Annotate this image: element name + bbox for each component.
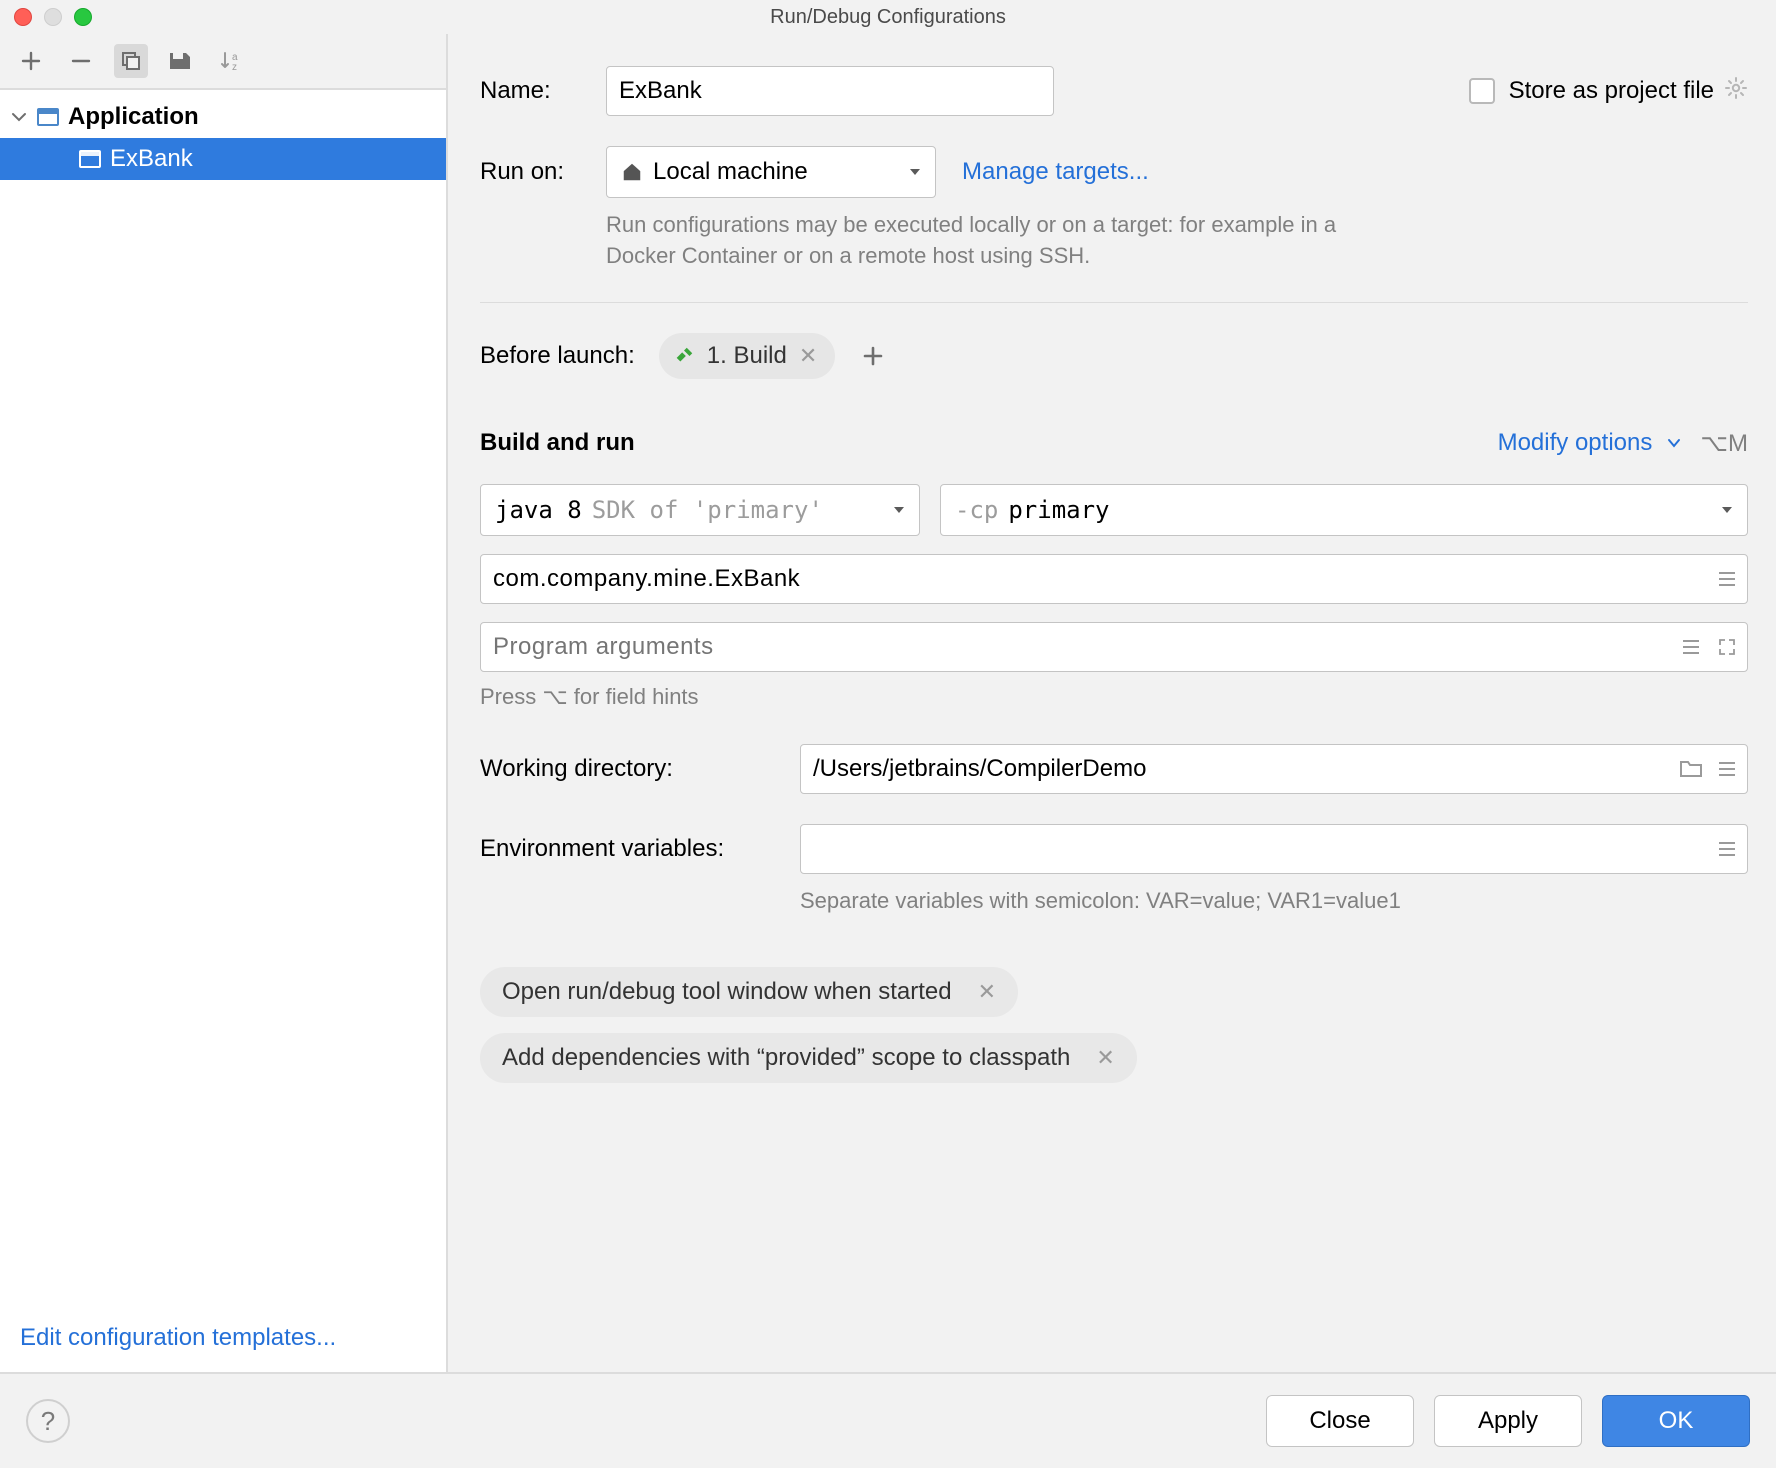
- caret-down-icon: [1719, 502, 1735, 518]
- option-chip-label: Open run/debug tool window when started: [502, 978, 952, 1006]
- copy-config-button[interactable]: [114, 44, 148, 78]
- env-hint: Separate variables with semicolon: VAR=v…: [800, 886, 1401, 917]
- working-dir-input[interactable]: [800, 744, 1748, 794]
- edit-templates-link[interactable]: Edit configuration templates...: [20, 1324, 336, 1351]
- close-icon[interactable]: ✕: [1096, 1045, 1114, 1071]
- sidebar: az Application ExBank Edit configuration…: [0, 34, 448, 1372]
- window-close-icon[interactable]: [14, 8, 32, 26]
- classpath-dropdown[interactable]: -cp primary: [940, 484, 1748, 536]
- chevron-down-icon: [10, 108, 28, 126]
- close-button-label: Close: [1309, 1407, 1370, 1435]
- before-launch-chip-label: 1. Build: [707, 342, 787, 370]
- close-icon[interactable]: ✕: [978, 979, 996, 1005]
- jdk-dropdown[interactable]: java 8 SDK of 'primary': [480, 484, 920, 536]
- window-controls: [0, 8, 92, 26]
- apply-button[interactable]: Apply: [1434, 1395, 1582, 1447]
- working-dir-label: Working directory:: [480, 755, 800, 783]
- env-input[interactable]: [800, 824, 1748, 874]
- jdk-value: java 8: [495, 496, 582, 524]
- classpath-value: primary: [1008, 496, 1109, 524]
- add-config-button[interactable]: [14, 44, 48, 78]
- caret-down-icon: [891, 502, 907, 518]
- expand-icon[interactable]: [1714, 634, 1740, 660]
- run-on-dropdown[interactable]: Local machine: [606, 146, 936, 198]
- program-args-input[interactable]: [480, 622, 1748, 672]
- application-icon: [36, 105, 60, 129]
- section-title: Build and run: [480, 429, 635, 457]
- name-input[interactable]: [606, 66, 1054, 116]
- ok-button-label: OK: [1659, 1407, 1694, 1435]
- sort-config-button[interactable]: az: [214, 44, 248, 78]
- caret-down-icon: [907, 164, 923, 180]
- modify-options-label: Modify options: [1498, 429, 1653, 457]
- tree-node-application[interactable]: Application: [0, 96, 446, 138]
- titlebar: Run/Debug Configurations: [0, 0, 1776, 34]
- svg-text:z: z: [232, 62, 237, 72]
- divider: [480, 302, 1748, 303]
- chevron-down-icon: [1666, 435, 1682, 451]
- run-on-label: Run on:: [480, 158, 606, 186]
- field-hint: Press ⌥ for field hints: [480, 682, 1748, 713]
- option-chip-label: Add dependencies with “provided” scope t…: [502, 1044, 1070, 1072]
- content: Name: Store as project file Run on: Loca…: [448, 34, 1776, 1372]
- name-label: Name:: [480, 77, 606, 105]
- jdk-ghost: SDK of 'primary': [592, 496, 823, 524]
- list-icon[interactable]: [1678, 634, 1704, 660]
- run-on-hint: Run configurations may be executed local…: [606, 210, 1410, 272]
- hammer-icon: [673, 345, 695, 367]
- save-config-button[interactable]: [164, 44, 198, 78]
- window-title: Run/Debug Configurations: [0, 6, 1776, 29]
- list-icon[interactable]: [1714, 756, 1740, 782]
- store-project-label: Store as project file: [1509, 77, 1714, 105]
- application-icon: [78, 147, 102, 171]
- option-chip-provided-scope[interactable]: Add dependencies with “provided” scope t…: [480, 1033, 1137, 1083]
- folder-icon[interactable]: [1678, 756, 1704, 782]
- gear-icon[interactable]: [1724, 76, 1748, 106]
- env-label: Environment variables:: [480, 835, 800, 863]
- list-icon[interactable]: [1714, 836, 1740, 862]
- main-class-input[interactable]: [480, 554, 1748, 604]
- home-icon: [621, 161, 643, 183]
- help-button[interactable]: ?: [26, 1399, 70, 1443]
- tree-leaf-label: ExBank: [110, 145, 193, 173]
- close-button[interactable]: Close: [1266, 1395, 1414, 1447]
- window-minimize-icon[interactable]: [44, 8, 62, 26]
- run-on-value: Local machine: [653, 158, 808, 186]
- before-launch-label: Before launch:: [480, 342, 635, 370]
- modify-options-shortcut: ⌥M: [1700, 429, 1748, 458]
- config-tree[interactable]: Application ExBank: [0, 90, 446, 1308]
- list-icon[interactable]: [1714, 566, 1740, 592]
- classpath-prefix: -cp: [955, 496, 998, 524]
- manage-targets-link[interactable]: Manage targets...: [962, 158, 1149, 186]
- store-project-checkbox[interactable]: [1469, 78, 1495, 104]
- modify-options-link[interactable]: Modify options: [1498, 429, 1683, 457]
- tree-node-label: Application: [68, 103, 199, 131]
- apply-button-label: Apply: [1478, 1407, 1538, 1435]
- tree-leaf-exbank[interactable]: ExBank: [0, 138, 446, 180]
- before-launch-chip[interactable]: 1. Build ✕: [659, 333, 836, 379]
- remove-config-button[interactable]: [64, 44, 98, 78]
- before-launch-add-button[interactable]: [859, 342, 887, 370]
- window-zoom-icon[interactable]: [74, 8, 92, 26]
- dialog-footer: ? Close Apply OK: [0, 1372, 1776, 1468]
- option-chip-tool-window[interactable]: Open run/debug tool window when started …: [480, 967, 1018, 1017]
- close-icon[interactable]: ✕: [799, 343, 817, 369]
- ok-button[interactable]: OK: [1602, 1395, 1750, 1447]
- sidebar-toolbar: az: [0, 34, 446, 90]
